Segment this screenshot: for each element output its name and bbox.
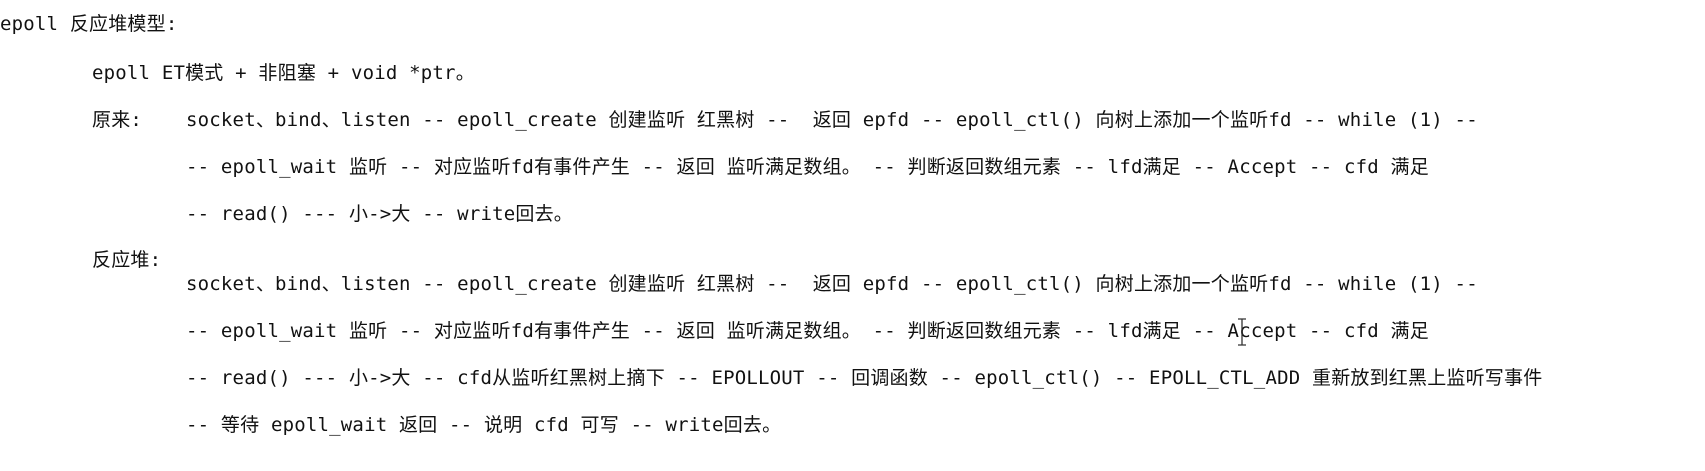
ibeam-cursor-icon — [1236, 318, 1248, 346]
reactor-line-4: -- 等待 epoll_wait 返回 -- 说明 cfd 可写 -- writ… — [186, 414, 782, 436]
section-label-reactor: 反应堆: — [92, 249, 162, 271]
document-subtitle: epoll ET模式 + 非阻塞 + void *ptr。 — [92, 62, 475, 84]
original-line-2: -- epoll_wait 监听 -- 对应监听fd有事件产生 -- 返回 监听… — [186, 156, 1429, 178]
reactor-line-3: -- read() --- 小->大 -- cfd从监听红黑树上摘下 -- EP… — [186, 367, 1543, 389]
reactor-line-1: socket、bind、listen -- epoll_create 创建监听 … — [186, 273, 1478, 295]
section-label-original: 原来: — [92, 109, 143, 131]
original-line-3: -- read() --- 小->大 -- write回去。 — [186, 203, 573, 225]
original-line-1: socket、bind、listen -- epoll_create 创建监听 … — [186, 109, 1478, 131]
document-title: epoll 反应堆模型: — [0, 13, 178, 35]
